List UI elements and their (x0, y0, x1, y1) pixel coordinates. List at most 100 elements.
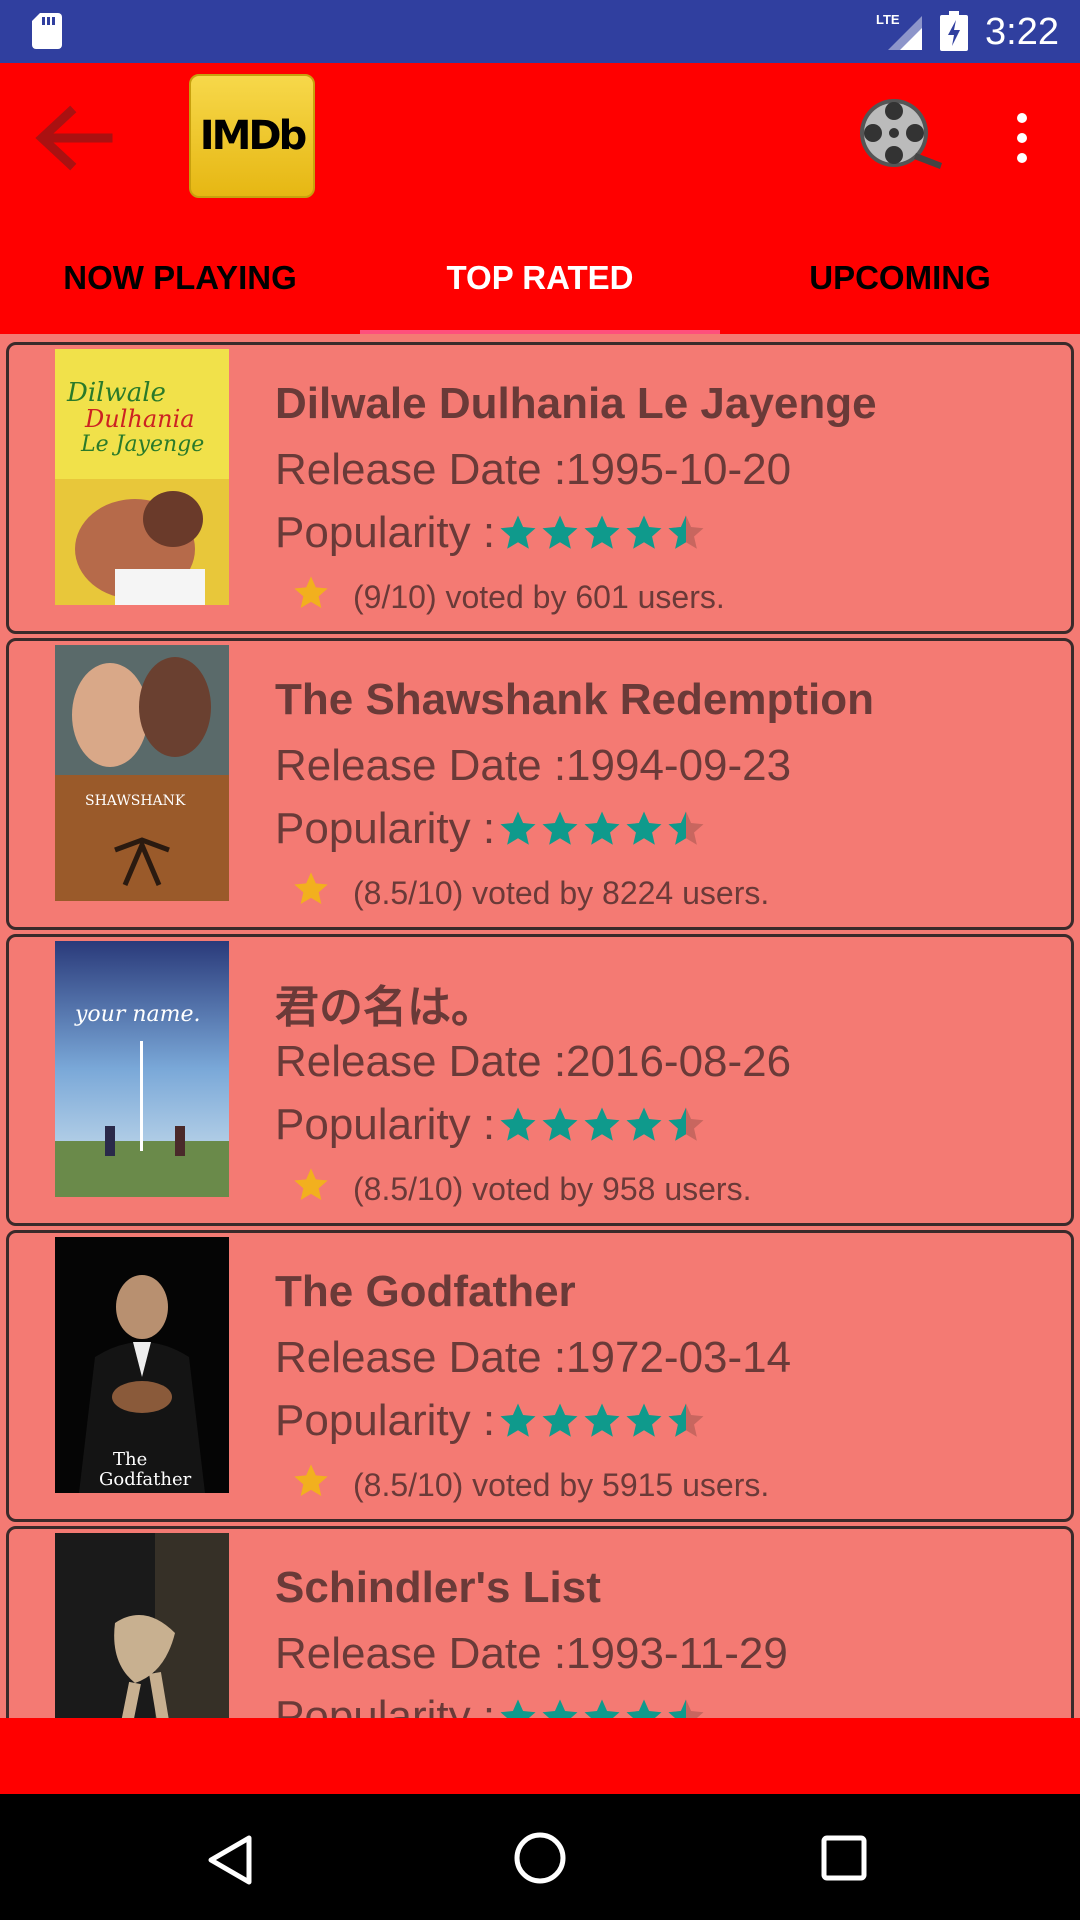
popularity-row: Popularity : (275, 508, 707, 558)
svg-text:Le Jayenge: Le Jayenge (80, 432, 204, 457)
gold-star-icon (294, 1463, 328, 1496)
star-full-icon (500, 1107, 536, 1141)
star-full-icon (584, 1107, 620, 1141)
schindlers-list-poster (55, 1533, 229, 1718)
star-full-icon (542, 1403, 578, 1437)
movie-card[interactable]: SHAWSHANK The Shawshank Redemption Relea… (6, 638, 1074, 930)
star-full-icon (626, 1699, 662, 1718)
movie-title: The Godfather (275, 1267, 576, 1316)
star-full-icon (542, 515, 578, 549)
shawshank-poster: SHAWSHANK (55, 645, 229, 901)
rating-stars (497, 512, 707, 554)
movie-list[interactable]: Dilwale Dulhania Le Jayenge Dilwale Dulh… (0, 334, 1080, 1718)
lte-signal-icon: LTE (876, 12, 922, 50)
star-full-icon (626, 811, 662, 845)
imdb-logo-text: IMDb (199, 113, 308, 159)
imdb-logo: IMDb (189, 74, 315, 198)
ddlj-poster: Dilwale Dulhania Le Jayenge (55, 349, 229, 605)
bottom-banner (0, 1718, 1080, 1794)
popularity-label: Popularity : (275, 1100, 496, 1149)
votes-row: (9/10) voted by 601 users. (291, 575, 725, 616)
nav-recents-icon[interactable] (820, 1834, 868, 1882)
star-full-icon (626, 1107, 662, 1141)
star-half-icon (668, 1403, 704, 1437)
movie-card[interactable]: The Godfather The Godfather Release Date… (6, 1230, 1074, 1522)
rating-stars (497, 1400, 707, 1442)
star-half-icon (668, 1107, 704, 1141)
your-name-poster: your name. (55, 941, 229, 1197)
star-full-icon (500, 811, 536, 845)
svg-text:Dulhania: Dulhania (84, 405, 195, 433)
votes-row: (8.5/10) voted by 5915 users. (291, 1463, 770, 1504)
movie-card[interactable]: Dilwale Dulhania Le Jayenge Dilwale Dulh… (6, 342, 1074, 634)
popularity-row: Popularity : (275, 1396, 707, 1446)
star-full-icon (584, 1699, 620, 1718)
star-half-icon (668, 1699, 704, 1718)
star-full-icon (626, 515, 662, 549)
navigation-bar (0, 1794, 1080, 1920)
tab-top-rated[interactable]: TOP RATED (360, 228, 720, 328)
svg-text:Godfather: Godfather (99, 1469, 192, 1490)
popularity-row: Popularity : (275, 1100, 707, 1150)
gold-star-icon (294, 871, 328, 904)
movie-title: Schindler's List (275, 1563, 601, 1612)
star-full-icon (584, 1403, 620, 1437)
battery-charging-icon (940, 11, 968, 51)
gold-star-icon (294, 1167, 328, 1200)
svg-text:Dilwale: Dilwale (66, 378, 166, 408)
star-full-icon (584, 515, 620, 549)
nav-back-icon[interactable] (205, 1834, 255, 1886)
release-date: Release Date :1972-03-14 (275, 1333, 792, 1382)
release-date: Release Date :1995-10-20 (275, 445, 792, 494)
tab-now-playing[interactable]: NOW PLAYING (0, 228, 360, 328)
nav-home-icon[interactable] (512, 1830, 568, 1886)
votes-text: (8.5/10) voted by 5915 users. (353, 1467, 770, 1503)
rating-stars (497, 808, 707, 850)
rating-stars (497, 1104, 707, 1146)
votes-text: (9/10) voted by 601 users. (353, 579, 725, 615)
svg-text:LTE: LTE (876, 12, 900, 27)
popularity-label: Popularity : (275, 1396, 496, 1445)
svg-text:SHAWSHANK: SHAWSHANK (85, 793, 186, 809)
godfather-poster: The Godfather (55, 1237, 229, 1493)
votes-row: (8.5/10) voted by 958 users. (291, 1167, 752, 1208)
release-date: Release Date :2016-08-26 (275, 1037, 792, 1086)
star-full-icon (542, 811, 578, 845)
star-full-icon (626, 1403, 662, 1437)
tab-upcoming[interactable]: UPCOMING (720, 228, 1080, 328)
movie-title: Dilwale Dulhania Le Jayenge (275, 379, 877, 428)
back-arrow-icon[interactable] (28, 92, 120, 184)
votes-row: (8.5/10) voted by 8224 users. (291, 871, 770, 912)
release-date: Release Date :1993-11-29 (275, 1629, 788, 1678)
star-full-icon (500, 1699, 536, 1718)
votes-text: (8.5/10) voted by 958 users. (353, 1171, 752, 1207)
tab-bar: NOW PLAYING TOP RATED UPCOMING (0, 228, 1080, 334)
rating-stars (497, 1696, 707, 1718)
popularity-label: Popularity : (275, 508, 496, 557)
movie-title: 君の名は。 (275, 983, 495, 1032)
popularity-label: Popularity : (275, 804, 496, 853)
movie-title: The Shawshank Redemption (275, 675, 874, 724)
star-full-icon (500, 515, 536, 549)
star-full-icon (500, 1403, 536, 1437)
svg-text:your name.: your name. (74, 1002, 201, 1027)
star-full-icon (584, 811, 620, 845)
star-half-icon (668, 811, 704, 845)
star-full-icon (542, 1699, 578, 1718)
star-half-icon (668, 515, 704, 549)
more-options-icon[interactable] (1000, 110, 1044, 166)
movie-card[interactable]: Schindler's List Release Date :1993-11-2… (6, 1526, 1074, 1718)
gold-star-icon (294, 575, 328, 608)
status-time: 3:22 (985, 11, 1059, 53)
film-reel-icon[interactable] (856, 95, 946, 175)
release-date: Release Date :1994-09-23 (275, 741, 792, 790)
popularity-row: Popularity : (275, 804, 707, 854)
svg-text:The: The (113, 1449, 147, 1470)
sd-card-icon (32, 13, 62, 49)
status-bar: LTE 3:22 (0, 0, 1080, 63)
popularity-row: Popularity : (275, 1692, 707, 1718)
popularity-label: Popularity : (275, 1692, 496, 1718)
movie-card[interactable]: your name. 君の名は。 Release Date :2016-08-2… (6, 934, 1074, 1226)
star-full-icon (542, 1107, 578, 1141)
votes-text: (8.5/10) voted by 8224 users. (353, 875, 770, 911)
